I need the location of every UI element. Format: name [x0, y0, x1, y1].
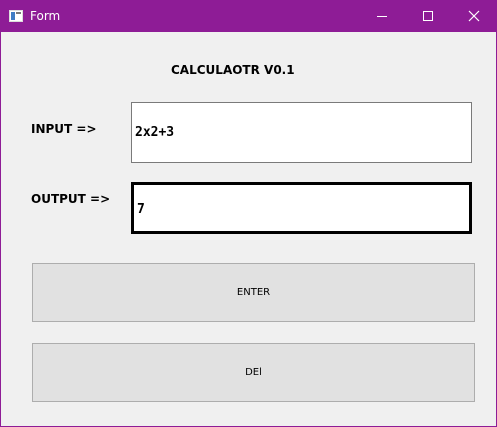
- close-icon: [468, 10, 480, 22]
- minimize-icon: [377, 16, 387, 17]
- input-field[interactable]: 2x2+3: [131, 102, 472, 163]
- minimize-button[interactable]: [359, 0, 405, 32]
- output-field[interactable]: 7: [131, 182, 472, 234]
- maximize-button[interactable]: [405, 0, 451, 32]
- window-title: Form: [30, 9, 61, 23]
- maximize-icon: [423, 11, 433, 21]
- app-heading: CALCULAOTR V0.1: [171, 63, 295, 77]
- close-button[interactable]: [451, 0, 497, 32]
- title-bar[interactable]: Form: [1, 0, 497, 32]
- form-window: Form CALCULAOTR V0.1 INPUT => 2x2+3 OUTP…: [0, 0, 497, 427]
- enter-button[interactable]: ENTER: [32, 263, 475, 322]
- app-window-icon: [9, 10, 23, 22]
- output-label: OUTPUT =>: [31, 192, 111, 206]
- input-label: INPUT =>: [31, 122, 97, 136]
- delete-button[interactable]: DEl: [32, 343, 475, 402]
